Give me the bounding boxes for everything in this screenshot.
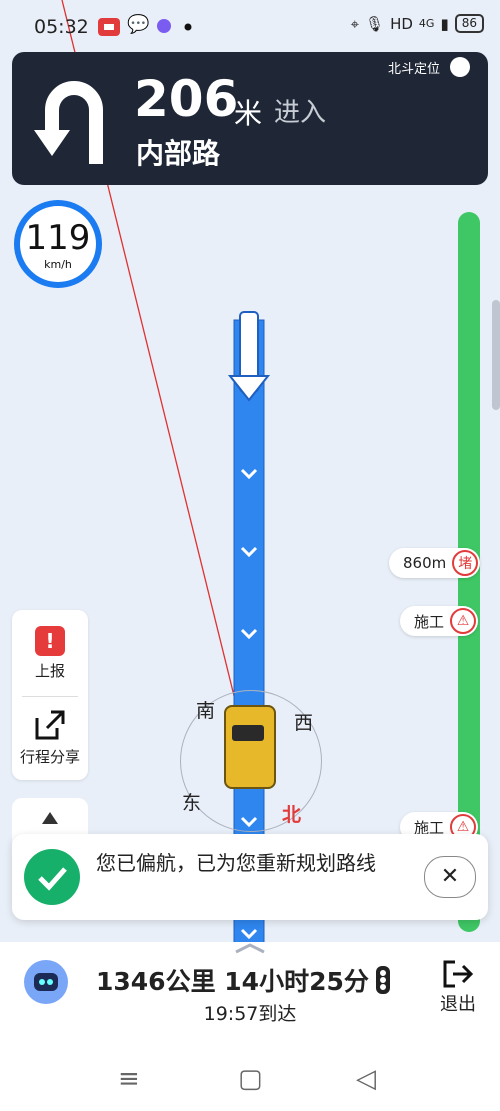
incident-label: 施工: [414, 612, 445, 631]
hd-label: HD: [390, 14, 413, 33]
network-label: 4G: [418, 17, 435, 30]
dot-icon: [184, 23, 192, 31]
status-right: ⌖ 🎙 HD 4G ▮ 86: [351, 14, 484, 33]
battery-badge: 86: [454, 14, 484, 33]
status-time: 05:32: [34, 16, 89, 38]
tool-panel: ! 上报 行程分享: [12, 610, 88, 780]
share-trip-button[interactable]: 行程分享: [12, 708, 88, 767]
vehicle-icon: [224, 705, 276, 789]
traffic-light-icon[interactable]: [374, 966, 392, 994]
distance-unit: 米: [234, 97, 263, 130]
report-label: 上报: [34, 662, 65, 680]
satellite-icon: [450, 57, 470, 77]
side-drawer-handle[interactable]: [492, 300, 500, 410]
speedometer: 119 km/h: [14, 200, 102, 288]
location-icon: ⌖: [350, 14, 360, 33]
app-icon: [157, 19, 171, 33]
zoom-up-icon: [42, 812, 58, 824]
report-icon: !: [35, 626, 65, 656]
menu-nav-icon[interactable]: ≡: [118, 1064, 140, 1094]
wechat-icon: 💬: [127, 14, 150, 35]
compass-west: 西: [294, 712, 314, 734]
compass-north: 北: [282, 804, 302, 826]
toast-close-button[interactable]: ✕: [424, 856, 476, 898]
recorder-icon: [98, 18, 120, 36]
exit-label: 退出: [440, 994, 476, 1015]
reroute-toast: 您已偏航，已为您重新规划路线 ✕: [12, 834, 488, 920]
congestion-icon: 堵: [452, 550, 479, 576]
signal-icon: ▮: [440, 14, 449, 33]
compass-east: 东: [182, 792, 202, 814]
incident-congestion[interactable]: 860m 堵: [389, 548, 481, 578]
share-label: 行程分享: [19, 748, 80, 766]
compass-south: 南: [196, 700, 216, 722]
beidou-label: 北斗定位: [387, 62, 440, 77]
exit-icon: [443, 960, 474, 988]
back-nav-icon[interactable]: ◁: [356, 1064, 376, 1094]
trip-summary: 1346公里 14小时25分: [96, 967, 369, 996]
speed-value: 119: [25, 218, 91, 258]
arrival-time: 19:57到达: [203, 1003, 297, 1025]
incident-construction[interactable]: 施工 ⚠: [400, 606, 479, 636]
nav-instruction-card: 206 米 进入 内部路 北斗定位: [12, 52, 488, 185]
share-icon: [35, 710, 65, 740]
road-name: 内部路: [136, 137, 221, 170]
mic-icon: 🎙: [365, 14, 385, 33]
turn-distance: 206: [134, 70, 239, 128]
check-icon: [24, 849, 80, 905]
construction-icon: ⚠: [450, 608, 477, 634]
exit-button[interactable]: 退出: [428, 958, 488, 1016]
toast-message: 您已偏航，已为您重新规划路线: [96, 851, 376, 875]
turn-action: 进入: [274, 98, 327, 128]
u-turn-icon: [34, 81, 103, 164]
incident-distance: 860m: [403, 554, 447, 572]
report-button[interactable]: ! 上报: [12, 626, 88, 681]
expand-handle-icon[interactable]: [230, 942, 270, 954]
speed-unit: km/h: [44, 258, 72, 271]
status-bar: 05:32 💬 ⌖ 🎙 HD 4G ▮ 86: [0, 0, 500, 52]
ai-assistant-icon[interactable]: [24, 960, 68, 1004]
home-nav-icon[interactable]: ▢: [238, 1064, 263, 1094]
divider: [22, 696, 78, 697]
